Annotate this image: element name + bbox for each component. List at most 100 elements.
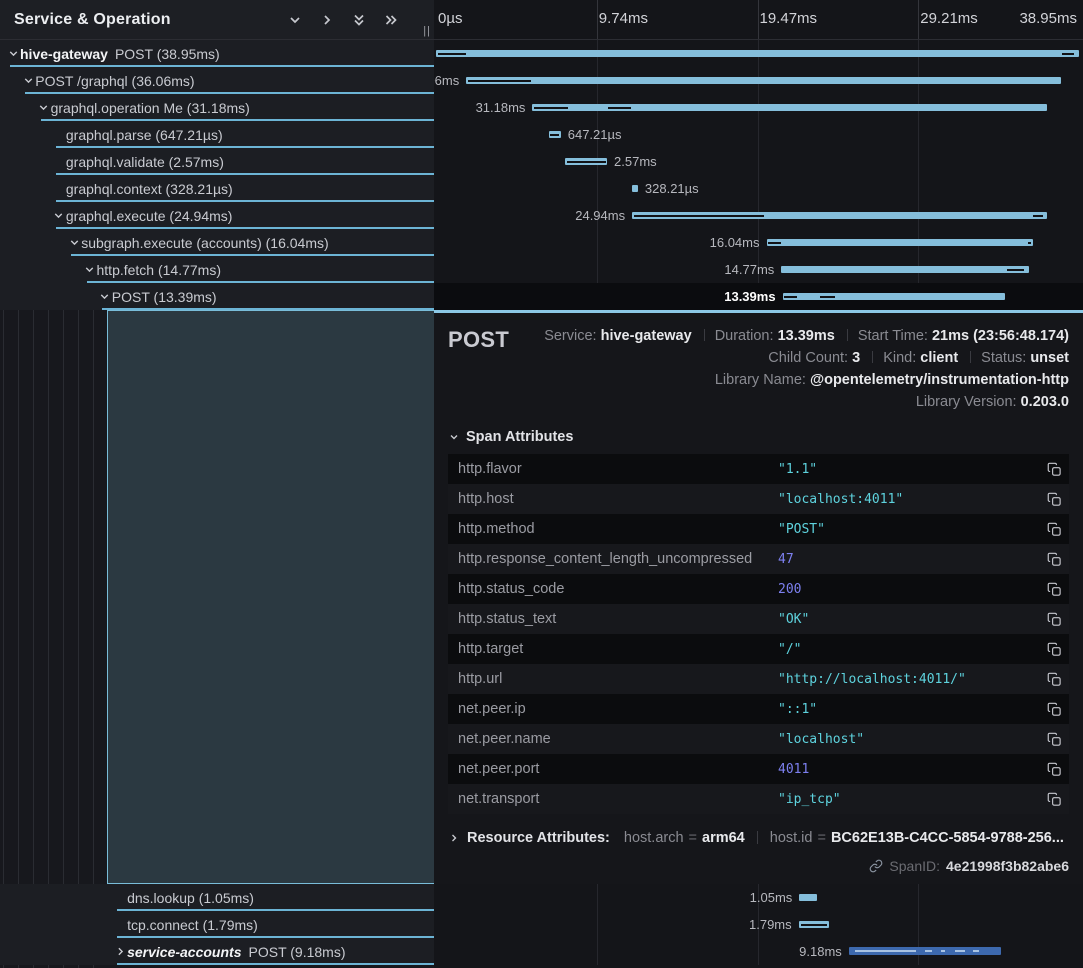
span-meta-item: Child Count: 3	[768, 350, 860, 366]
waterfall-row[interactable]: 2.57ms	[434, 148, 1083, 175]
span-tree-row[interactable]: subgraph.execute (accounts) (16.04ms)	[0, 229, 434, 256]
span-duration-bar[interactable]	[549, 131, 561, 138]
copy-icon[interactable]	[1039, 642, 1069, 657]
waterfall-row[interactable]: 9.18ms	[434, 938, 1083, 965]
selected-span-highlight[interactable]	[107, 310, 434, 884]
copy-icon[interactable]	[1039, 672, 1069, 687]
span-row-underline	[117, 963, 434, 965]
attribute-value: "ip_tcp"	[778, 792, 1039, 807]
attribute-key: http.status_text	[448, 611, 778, 627]
child-span-marker	[1033, 215, 1043, 217]
child-span-marker	[608, 107, 631, 109]
child-span-marker	[801, 924, 827, 926]
expand-one-icon[interactable]	[316, 9, 338, 31]
copy-icon[interactable]	[1039, 792, 1069, 807]
copy-icon[interactable]	[1039, 462, 1069, 477]
span-tree-row[interactable]: hive-gatewayPOST (38.95ms)	[0, 40, 434, 67]
span-name-and-duration: POST /graphql (36.06ms)	[35, 73, 194, 89]
meta-value: @opentelemetry/instrumentation-http	[810, 372, 1069, 388]
waterfall-row[interactable]: 328.21µs	[434, 175, 1083, 202]
attribute-row: http.method"POST"	[448, 514, 1069, 544]
bar-duration-label: 31.18ms	[476, 94, 526, 121]
span-tree-row[interactable]: graphql.execute (24.94ms)	[0, 202, 434, 229]
child-span-marker	[438, 53, 466, 55]
span-duration-bar[interactable]	[799, 894, 816, 901]
panel-resize-handle[interactable]: ||	[423, 25, 431, 37]
child-span-marker	[550, 134, 559, 136]
link-icon[interactable]	[869, 859, 883, 873]
timeline-ruler: 0µs9.74ms19.47ms29.21ms38.95ms	[434, 0, 1083, 40]
copy-icon[interactable]	[1039, 762, 1069, 777]
resource-attributes-row[interactable]: Resource Attributes: host.arch=arm64host…	[448, 830, 1069, 846]
span-meta-item: Duration: 13.39ms	[692, 328, 835, 344]
chevron-down-icon[interactable]	[83, 263, 97, 277]
span-tree-row[interactable]: dns.lookup (1.05ms)	[0, 884, 434, 911]
chevron-down-icon[interactable]	[67, 236, 81, 250]
resource-value: arm64	[702, 830, 745, 846]
span-duration-bar[interactable]	[767, 239, 1033, 246]
ruler-tick-line	[597, 0, 598, 39]
span-tree-row[interactable]: POST /graphql (36.06ms)	[0, 67, 434, 94]
meta-value: client	[920, 350, 958, 366]
span-duration-bar[interactable]	[799, 921, 829, 928]
chevron-down-icon[interactable]	[98, 290, 112, 304]
collapse-all-icon[interactable]	[348, 9, 370, 31]
span-duration-bar[interactable]	[849, 947, 1001, 955]
span-tree-row[interactable]: tcp.connect (1.79ms)	[0, 911, 434, 938]
waterfall-row[interactable]: 36.06ms	[434, 67, 1083, 94]
resource-attributes-items: host.arch=arm64host.id=BC62E13B-C4CC-585…	[624, 830, 1064, 846]
span-tree-row[interactable]: graphql.validate (2.57ms)	[0, 148, 434, 175]
span-tree-row[interactable]: service-accountsPOST (9.18ms)	[0, 938, 434, 965]
meta-value: unset	[1030, 350, 1069, 366]
copy-icon[interactable]	[1039, 702, 1069, 717]
span-meta-line: Library Version: 0.203.0	[509, 391, 1069, 413]
attribute-key: http.url	[448, 671, 778, 687]
waterfall-bottom: 1.05ms1.79ms9.18ms	[434, 884, 1083, 965]
attribute-row: http.url"http://localhost:4011/"	[448, 664, 1069, 694]
span-duration-bar[interactable]	[466, 77, 1061, 84]
span-attributes-header[interactable]: Span Attributes	[448, 429, 1069, 445]
meta-label: Library Name:	[715, 372, 810, 388]
copy-icon[interactable]	[1039, 612, 1069, 627]
chevron-down-icon[interactable]	[6, 47, 20, 61]
waterfall-row[interactable]: 13.39ms	[434, 283, 1083, 310]
expand-all-icon[interactable]	[380, 9, 402, 31]
span-duration-bar[interactable]	[632, 212, 1047, 219]
copy-icon[interactable]	[1039, 522, 1069, 537]
span-tree-row[interactable]: http.fetch (14.77ms)	[0, 256, 434, 283]
span-duration-bar[interactable]	[565, 158, 607, 165]
span-duration-bar[interactable]	[436, 50, 1079, 57]
span-tree-row[interactable]: graphql.context (328.21µs)	[0, 175, 434, 202]
attribute-row: http.flavor"1.1"	[448, 454, 1069, 484]
span-duration-bar[interactable]	[781, 266, 1029, 273]
waterfall-row[interactable]: 1.79ms	[434, 911, 1083, 938]
span-duration-bar[interactable]	[532, 104, 1047, 111]
span-tree-row[interactable]: graphql.parse (647.21µs)	[0, 121, 434, 148]
copy-icon[interactable]	[1039, 552, 1069, 567]
ruler-tick-label: 38.95ms	[1019, 10, 1077, 27]
collapse-one-icon[interactable]	[284, 9, 306, 31]
child-span-marker	[925, 950, 932, 952]
attribute-key: http.method	[448, 521, 778, 537]
waterfall-row[interactable]: 16.04ms	[434, 229, 1083, 256]
copy-icon[interactable]	[1039, 582, 1069, 597]
copy-icon[interactable]	[1039, 732, 1069, 747]
span-duration-bar[interactable]	[632, 185, 638, 192]
waterfall-row[interactable]: 14.77ms	[434, 256, 1083, 283]
meta-value: 3	[852, 350, 860, 366]
waterfall-row[interactable]: 24.94ms	[434, 202, 1083, 229]
chevron-down-icon[interactable]	[21, 74, 35, 88]
waterfall-row[interactable]: 31.18ms	[434, 94, 1083, 121]
waterfall-row[interactable]: 1.05ms	[434, 884, 1083, 911]
copy-icon[interactable]	[1039, 492, 1069, 507]
waterfall-row[interactable]: 647.21µs	[434, 121, 1083, 148]
span-tree-row[interactable]: POST (13.39ms)	[0, 283, 434, 310]
chevron-down-icon[interactable]	[37, 101, 51, 115]
chevron-down-icon[interactable]	[52, 209, 66, 223]
waterfall-row[interactable]	[434, 40, 1083, 67]
span-duration-bar[interactable]	[783, 293, 1005, 300]
meta-label: Library Version:	[916, 394, 1021, 410]
chevron-right-icon[interactable]	[113, 945, 127, 959]
chevron-spacer	[52, 128, 66, 142]
span-tree-row[interactable]: graphql.operation Me (31.18ms)	[0, 94, 434, 121]
